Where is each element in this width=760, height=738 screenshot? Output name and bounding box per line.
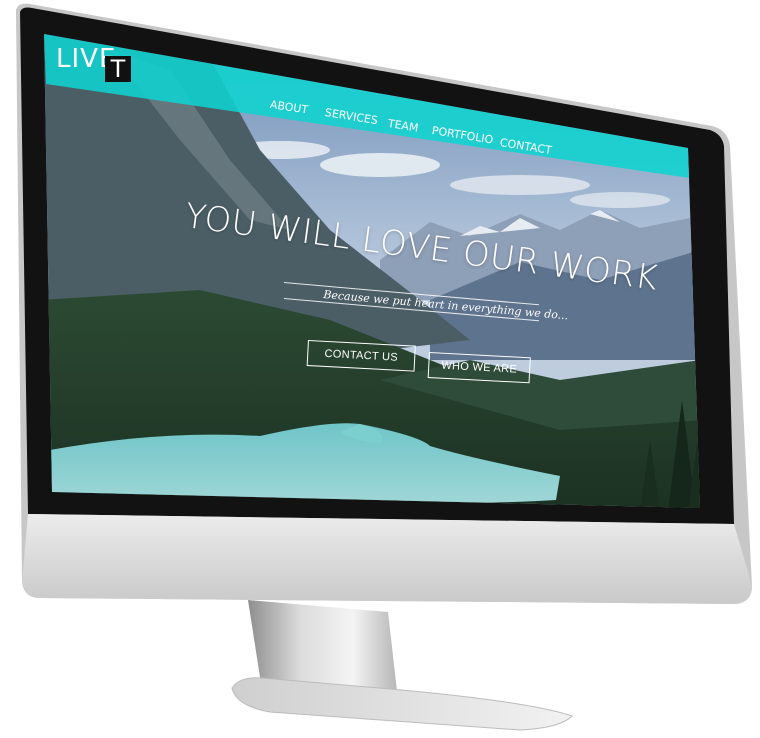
monitor-base — [231, 677, 573, 731]
contact-us-button[interactable]: CONTACT US — [306, 340, 416, 372]
monitor-chin — [22, 514, 752, 604]
imac-monitor: LIVE T ABOUT SERVICES TEAM PORTFOLIO CON… — [0, 0, 760, 738]
who-we-are-button[interactable]: WHO WE ARE — [427, 352, 531, 384]
